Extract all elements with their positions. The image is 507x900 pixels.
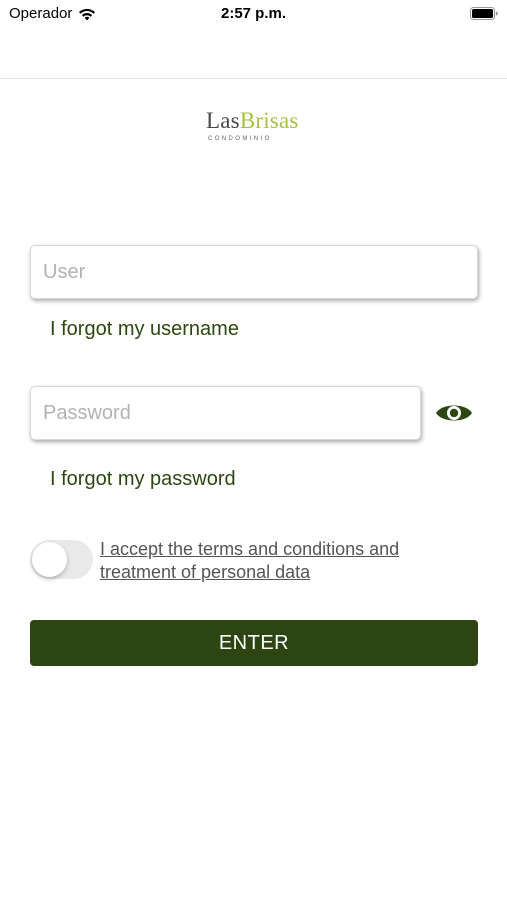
toggle-knob — [32, 542, 67, 577]
eye-icon[interactable] — [435, 400, 473, 426]
battery-full-icon — [470, 7, 498, 20]
user-input[interactable] — [31, 246, 477, 298]
las-brisas-logo: LasBrisas CONDOMINIO — [206, 108, 306, 148]
logo-las: Las — [206, 108, 240, 133]
logo-wordmark: LasBrisas — [206, 108, 306, 134]
enter-button[interactable]: ENTER — [30, 620, 478, 666]
terms-link[interactable]: I accept the terms and conditions and tr… — [100, 538, 430, 584]
logo-subtitle: CONDOMINIO — [208, 136, 272, 142]
status-time: 2:57 p.m. — [220, 5, 287, 22]
nav-divider — [0, 78, 507, 79]
user-field[interactable] — [30, 245, 478, 299]
forgot-password-link[interactable]: I forgot my password — [50, 468, 236, 491]
terms-toggle[interactable] — [30, 540, 93, 579]
password-field[interactable] — [30, 386, 421, 440]
status-bar: Operador 2:57 p.m. — [0, 0, 507, 30]
password-input[interactable] — [31, 387, 420, 439]
forgot-username-link[interactable]: I forgot my username — [50, 318, 239, 341]
logo-brisas: Brisas — [239, 108, 299, 133]
